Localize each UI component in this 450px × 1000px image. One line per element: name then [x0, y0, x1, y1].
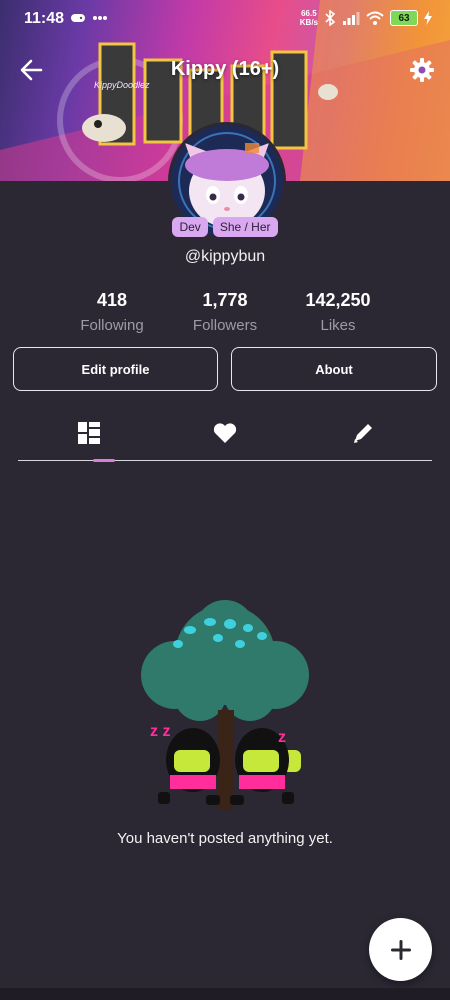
edit-profile-button[interactable]: Edit profile — [13, 347, 218, 391]
about-button[interactable]: About — [231, 347, 437, 391]
badge-pronouns: She / Her — [212, 217, 278, 237]
system-navigation-bar — [0, 988, 450, 1000]
tab-drafts-pencil-icon[interactable] — [348, 420, 378, 446]
create-post-fab[interactable] — [369, 918, 432, 981]
profile-tabs — [18, 412, 432, 462]
wifi-icon — [366, 11, 384, 25]
stat-likes-value: 142,250 — [305, 290, 371, 310]
svg-text:z z: z z — [150, 723, 170, 740]
svg-text:KippyDoodlez: KippyDoodlez — [94, 80, 150, 90]
status-time: 11:48 — [24, 10, 65, 27]
plus-icon — [390, 939, 411, 960]
stat-likes[interactable]: 142,250 Likes — [268, 290, 408, 334]
badge-dev: Dev — [172, 217, 208, 237]
battery-icon: 63 — [390, 10, 418, 26]
stat-likes-label: Likes — [320, 317, 356, 334]
bluetooth-icon — [325, 10, 336, 26]
status-bar: 11:48 66.5 KB/s 63 — [0, 0, 450, 40]
tab-likes-heart-icon[interactable] — [210, 420, 240, 446]
empty-state-illustration: z z z — [141, 600, 309, 810]
signal-icon — [343, 12, 360, 25]
page-title: Kippy (16+) — [170, 58, 280, 80]
empty-state-message: You haven't posted anything yet. — [117, 830, 333, 847]
profile-handle: @kippybun — [184, 248, 266, 265]
game-controller-icon — [71, 14, 85, 22]
selected-tab-indicator — [93, 459, 115, 462]
more-dots-icon — [93, 16, 107, 20]
charging-icon — [424, 11, 432, 25]
svg-text:z: z — [278, 729, 286, 746]
profile-badges: Dev She / Her — [0, 217, 450, 237]
tab-posts-grid-icon[interactable] — [74, 420, 104, 446]
network-speed: 66.5 KB/s — [299, 9, 318, 27]
settings-gear-icon[interactable] — [408, 56, 436, 84]
